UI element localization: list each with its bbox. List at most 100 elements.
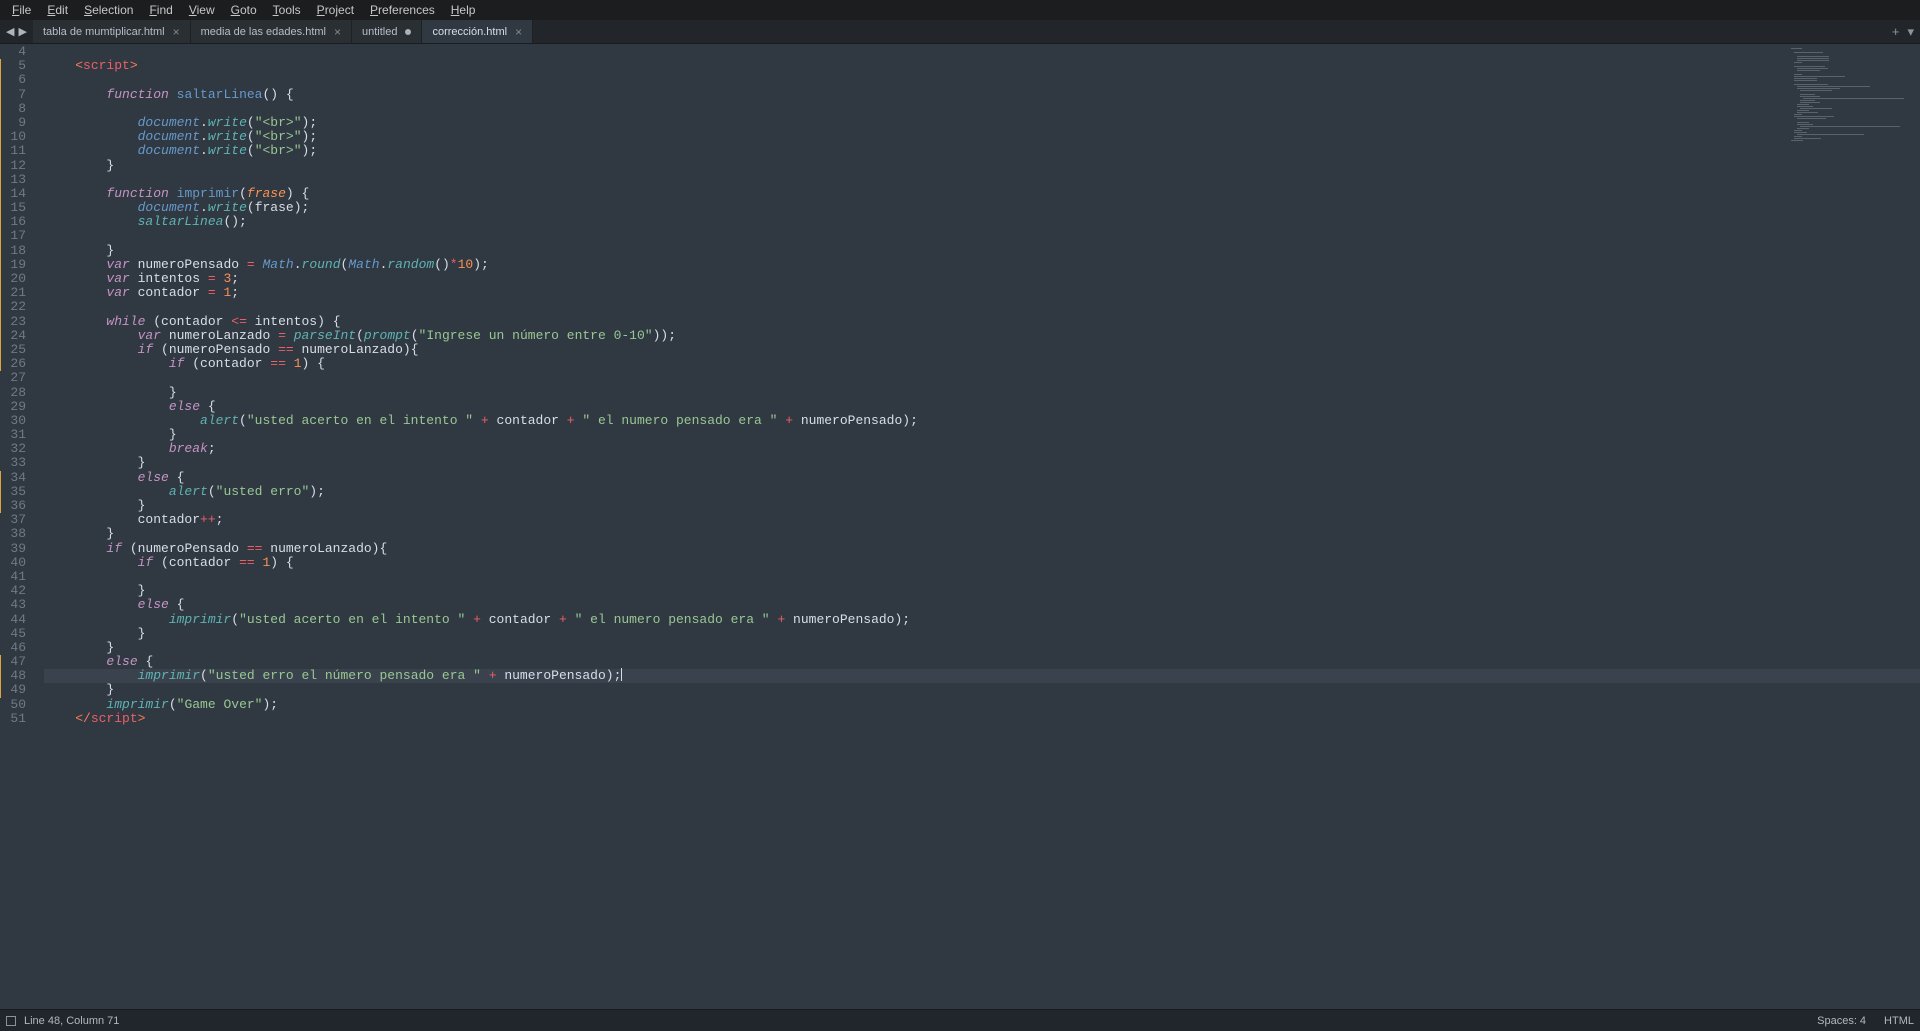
code-line[interactable]: var contador = 1; — [44, 286, 1920, 300]
code-line[interactable]: while (contador <= intentos) { — [44, 315, 1920, 329]
nav-back-icon[interactable]: ◀ — [6, 25, 14, 38]
line-number[interactable]: 18 — [0, 244, 26, 258]
code-line[interactable]: document.write("<br>"); — [44, 116, 1920, 130]
code-line[interactable]: if (numeroPensado == numeroLanzado){ — [44, 343, 1920, 357]
code-line[interactable]: document.write("<br>"); — [44, 130, 1920, 144]
line-number[interactable]: 41 — [0, 570, 26, 584]
editor[interactable]: 4567891011121314151617181920212223242526… — [0, 44, 1920, 1009]
minimap[interactable] — [1786, 46, 1906, 166]
close-icon[interactable]: × — [173, 25, 180, 39]
line-number[interactable]: 30 — [0, 414, 26, 428]
line-number[interactable]: 6 — [0, 73, 26, 87]
menu-tools[interactable]: Tools — [265, 1, 309, 19]
code-line[interactable] — [44, 45, 1920, 59]
line-number[interactable]: 17 — [0, 229, 26, 243]
line-number[interactable]: 37 — [0, 513, 26, 527]
code-line[interactable]: document.write(frase); — [44, 201, 1920, 215]
code-line[interactable]: } — [44, 499, 1920, 513]
line-number[interactable]: 26 — [0, 357, 26, 371]
menu-find[interactable]: Find — [141, 1, 180, 19]
line-number[interactable]: 33 — [0, 456, 26, 470]
status-spaces[interactable]: Spaces: 4 — [1817, 1015, 1866, 1027]
line-number[interactable]: 4 — [0, 45, 26, 59]
code-line[interactable]: } — [44, 456, 1920, 470]
code-line[interactable]: var numeroPensado = Math.round(Math.rand… — [44, 258, 1920, 272]
code-line[interactable] — [44, 371, 1920, 385]
code-line[interactable]: function imprimir(frase) { — [44, 187, 1920, 201]
code-area[interactable]: <script> function saltarLinea() { docume… — [36, 44, 1920, 1009]
code-line[interactable]: saltarLinea(); — [44, 215, 1920, 229]
tab-menu-icon[interactable]: ▾ — [1907, 24, 1914, 40]
line-number[interactable]: 23 — [0, 315, 26, 329]
line-number[interactable]: 28 — [0, 386, 26, 400]
code-line[interactable]: var numeroLanzado = parseInt(prompt("Ing… — [44, 329, 1920, 343]
menu-preferences[interactable]: Preferences — [362, 1, 443, 19]
tab-0[interactable]: tabla de mumtiplicar.html× — [33, 20, 191, 43]
code-line[interactable]: else { — [44, 400, 1920, 414]
code-line[interactable] — [44, 73, 1920, 87]
menu-selection[interactable]: Selection — [76, 1, 141, 19]
line-number[interactable]: 20 — [0, 272, 26, 286]
code-line[interactable]: alert("usted erro"); — [44, 485, 1920, 499]
code-line[interactable] — [44, 570, 1920, 584]
code-line[interactable] — [44, 229, 1920, 243]
line-number[interactable]: 32 — [0, 442, 26, 456]
menu-goto[interactable]: Goto — [223, 1, 265, 19]
line-number[interactable]: 19 — [0, 258, 26, 272]
code-line[interactable]: } — [44, 244, 1920, 258]
menu-project[interactable]: Project — [309, 1, 362, 19]
code-line[interactable]: imprimir("usted acerto en el intento " +… — [44, 613, 1920, 627]
line-number[interactable]: 9 — [0, 116, 26, 130]
code-line[interactable]: } — [44, 428, 1920, 442]
code-line[interactable]: else { — [44, 471, 1920, 485]
menu-edit[interactable]: Edit — [39, 1, 76, 19]
line-number[interactable]: 42 — [0, 584, 26, 598]
code-line[interactable]: function saltarLinea() { — [44, 88, 1920, 102]
menu-help[interactable]: Help — [443, 1, 484, 19]
tab-1[interactable]: media de las edades.html× — [191, 20, 352, 43]
line-number[interactable]: 8 — [0, 102, 26, 116]
close-icon[interactable]: × — [334, 25, 341, 39]
code-line[interactable]: document.write("<br>"); — [44, 144, 1920, 158]
code-line[interactable]: break; — [44, 442, 1920, 456]
tab-3[interactable]: corrección.html× — [422, 20, 533, 43]
code-line[interactable] — [44, 300, 1920, 314]
line-number[interactable]: 24 — [0, 329, 26, 343]
line-number[interactable]: 7 — [0, 88, 26, 102]
code-line[interactable]: imprimir("usted erro el número pensado e… — [44, 669, 1920, 683]
code-line[interactable]: } — [44, 527, 1920, 541]
line-number[interactable]: 46 — [0, 641, 26, 655]
line-number[interactable]: 38 — [0, 527, 26, 541]
code-line[interactable] — [44, 102, 1920, 116]
code-line[interactable]: } — [44, 584, 1920, 598]
menu-file[interactable]: File — [4, 1, 39, 19]
code-line[interactable]: } — [44, 627, 1920, 641]
line-number[interactable]: 14 — [0, 187, 26, 201]
line-number[interactable]: 49 — [0, 683, 26, 697]
line-number[interactable]: 47 — [0, 655, 26, 669]
code-line[interactable]: var intentos = 3; — [44, 272, 1920, 286]
code-line[interactable]: } — [44, 386, 1920, 400]
line-number[interactable]: 43 — [0, 598, 26, 612]
code-line[interactable]: alert("usted acerto en el intento " + co… — [44, 414, 1920, 428]
code-line[interactable]: </script> — [44, 712, 1920, 726]
code-line[interactable]: } — [44, 159, 1920, 173]
code-line[interactable] — [44, 173, 1920, 187]
code-line[interactable]: } — [44, 683, 1920, 697]
line-number[interactable]: 35 — [0, 485, 26, 499]
code-line[interactable]: if (numeroPensado == numeroLanzado){ — [44, 542, 1920, 556]
status-line-col[interactable]: Line 48, Column 71 — [24, 1015, 119, 1027]
line-number[interactable]: 15 — [0, 201, 26, 215]
status-lang[interactable]: HTML — [1884, 1015, 1914, 1027]
line-number[interactable]: 36 — [0, 499, 26, 513]
code-line[interactable]: else { — [44, 655, 1920, 669]
code-line[interactable]: contador++; — [44, 513, 1920, 527]
line-number[interactable]: 27 — [0, 371, 26, 385]
line-number[interactable]: 44 — [0, 613, 26, 627]
nav-forward-icon[interactable]: ▶ — [18, 25, 26, 38]
line-number[interactable]: 10 — [0, 130, 26, 144]
code-line[interactable]: else { — [44, 598, 1920, 612]
line-number[interactable]: 25 — [0, 343, 26, 357]
line-number[interactable]: 45 — [0, 627, 26, 641]
line-number[interactable]: 50 — [0, 698, 26, 712]
